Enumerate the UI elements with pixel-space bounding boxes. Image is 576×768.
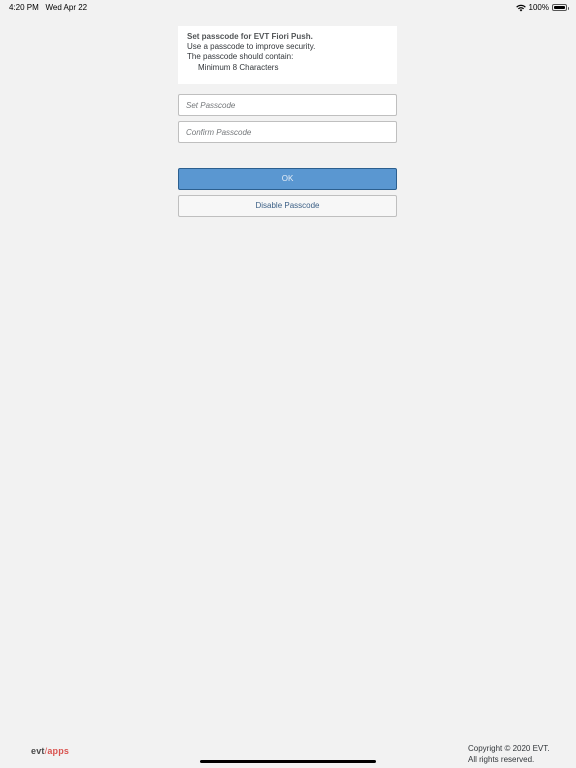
battery-percent: 100% xyxy=(528,3,549,12)
ok-button[interactable]: OK xyxy=(178,168,397,190)
set-passcode-input[interactable] xyxy=(178,94,397,116)
logo-evt: evt xyxy=(31,746,45,756)
info-line-security: Use a passcode to improve security. xyxy=(187,42,316,51)
battery-level xyxy=(554,6,565,9)
copyright-line-1: Copyright © 2020 EVT. xyxy=(468,744,550,753)
evt-apps-logo: evt/apps xyxy=(31,746,69,756)
confirm-passcode-input[interactable] xyxy=(178,121,397,143)
copyright-text: Copyright © 2020 EVT. All rights reserve… xyxy=(468,743,550,765)
home-indicator[interactable] xyxy=(200,760,376,763)
info-requirement: Minimum 8 Characters xyxy=(198,63,279,72)
logo-apps: apps xyxy=(47,746,70,756)
info-title: Set passcode for EVT Fiori Push. xyxy=(187,32,313,41)
copyright-line-2: All rights reserved. xyxy=(468,755,535,764)
info-line-contain: The passcode should contain: xyxy=(187,52,294,61)
wifi-icon xyxy=(515,4,526,12)
status-indicators: 100% xyxy=(515,3,569,12)
status-time: 4:20 PM xyxy=(9,3,39,12)
status-time-date: 4:20 PM Wed Apr 22 xyxy=(9,3,87,12)
disable-passcode-button[interactable]: Disable Passcode xyxy=(178,195,397,217)
passcode-info-card: Set passcode for EVT Fiori Push. Use a p… xyxy=(178,26,397,84)
status-date: Wed Apr 22 xyxy=(45,3,88,12)
battery-icon xyxy=(552,4,569,11)
status-bar: 4:20 PM Wed Apr 22 100% xyxy=(0,0,576,14)
